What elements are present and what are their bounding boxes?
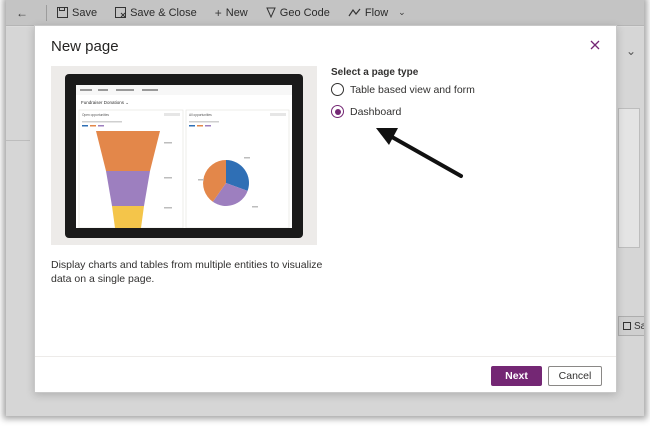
- close-button[interactable]: [588, 38, 602, 52]
- geo-code-icon: [265, 7, 276, 18]
- save-close-button[interactable]: Save & Close: [115, 7, 197, 19]
- next-button[interactable]: Next: [491, 366, 542, 386]
- dashboard-preview-graphic: Fundraiser Donations ⌄ Open opportunitie…: [76, 85, 292, 228]
- save-button[interactable]: Save: [57, 7, 97, 19]
- save-label: Save: [72, 6, 98, 19]
- new-label: New: [225, 6, 248, 19]
- radio-table-based[interactable]: [331, 83, 344, 96]
- toolbar-divider: [46, 4, 47, 21]
- page-type-section-label: Select a page type: [331, 67, 419, 78]
- dialog-footer-divider: [35, 356, 616, 357]
- dialog-title: New page: [51, 38, 119, 55]
- background-divider: [6, 140, 30, 141]
- flow-icon: [348, 8, 361, 16]
- preview-funnel-top: [96, 131, 160, 171]
- tablet-illustration: Fundraiser Donations ⌄ Open opportunitie…: [65, 74, 303, 238]
- preview-funnel-middle: [106, 171, 150, 206]
- preview-pie: [203, 160, 249, 206]
- page-type-description: Display charts and tables from multiple …: [51, 259, 323, 285]
- cancel-button[interactable]: Cancel: [548, 366, 602, 386]
- option-dashboard-label: Dashboard: [350, 105, 402, 118]
- save-icon: [623, 322, 631, 330]
- preview-dashboard-title: Fundraiser Donations ⌄: [81, 100, 129, 105]
- back-button[interactable]: ←: [16, 6, 28, 20]
- new-page-dialog: New page Fundraiser Donations ⌄ Open opp…: [34, 25, 617, 393]
- page-type-preview: Fundraiser Donations ⌄ Open opportunitie…: [51, 66, 317, 245]
- save-icon: [57, 7, 68, 18]
- preview-right-panel-title: All opportunities: [189, 113, 212, 117]
- screenshot-frame: ← Save Save & Close + New Geo Code Flow …: [6, 0, 644, 416]
- close-icon: [590, 40, 600, 50]
- background-command-bar: ← Save Save & Close + New Geo Code Flow …: [6, 0, 644, 26]
- flow-button[interactable]: Flow ⌄: [348, 7, 406, 19]
- radio-dashboard[interactable]: [331, 105, 344, 118]
- back-arrow-icon: ←: [16, 5, 28, 20]
- chevron-down-icon: ⌄: [398, 7, 406, 17]
- preview-left-panel-title: Open opportunities: [82, 113, 109, 117]
- flow-label: Flow: [364, 6, 389, 19]
- preview-funnel-bottom: [112, 206, 144, 228]
- option-table-based[interactable]: Table based view and form: [331, 83, 475, 96]
- new-button[interactable]: + New: [215, 6, 248, 20]
- save-close-icon: [115, 7, 127, 18]
- plus-icon: +: [214, 5, 222, 20]
- geo-code-label: Geo Code: [279, 6, 330, 19]
- dashboard-preview-screen: Fundraiser Donations ⌄ Open opportunitie…: [76, 85, 292, 228]
- option-dashboard[interactable]: Dashboard: [331, 105, 401, 118]
- background-chevron-icon: ⌄: [626, 44, 637, 58]
- background-save-button[interactable]: Sa: [618, 316, 644, 336]
- option-table-based-label: Table based view and form: [350, 83, 475, 96]
- background-save-label: Sa: [634, 320, 644, 332]
- background-side-panel: [618, 108, 640, 248]
- geo-code-button[interactable]: Geo Code: [265, 6, 330, 19]
- save-close-label: Save & Close: [130, 6, 197, 19]
